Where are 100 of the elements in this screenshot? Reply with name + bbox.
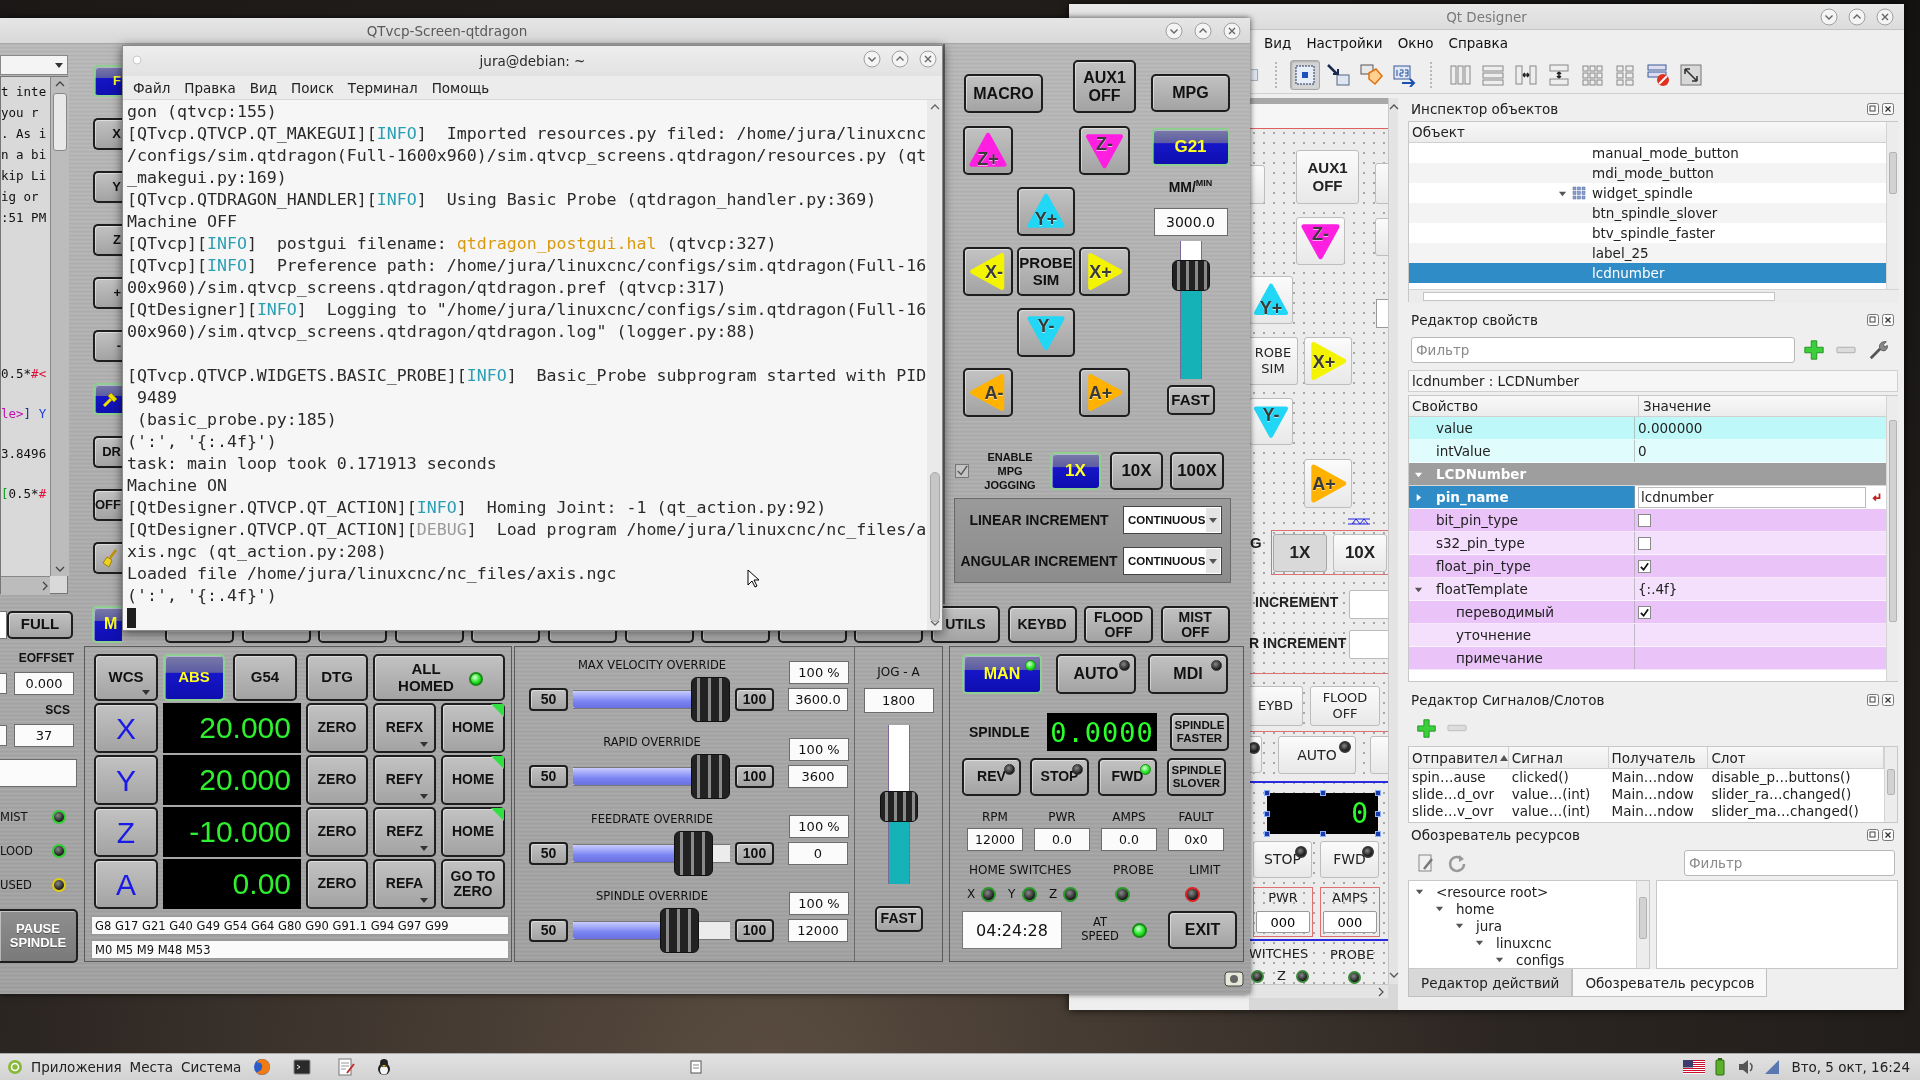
field-edge[interactable] (0, 725, 7, 746)
tree-item[interactable]: home (1456, 900, 1495, 917)
exit-button[interactable]: EXIT (1168, 911, 1237, 949)
override-slider[interactable] (573, 677, 730, 722)
edit-resources-icon[interactable] (1416, 852, 1436, 873)
menu-item[interactable]: Настройки (1306, 35, 1383, 51)
coordinate-mode-button[interactable]: DTG (306, 654, 368, 701)
add-icon[interactable] (1416, 717, 1437, 739)
mode-button[interactable]: AUTO (1278, 736, 1356, 774)
zero-button[interactable]: ZERO (306, 859, 368, 909)
tab-button[interactable]: M (92, 606, 122, 643)
column-header[interactable]: Объект (1409, 122, 1886, 143)
close-icon[interactable] (1882, 829, 1894, 841)
units-button[interactable]: G21 (1151, 128, 1230, 166)
side-button[interactable]: F (93, 65, 122, 97)
side-button[interactable]: DR (93, 436, 122, 468)
float-icon[interactable] (1867, 103, 1879, 115)
taskbar-menu[interactable]: Места (129, 1059, 174, 1075)
increment-dropdown[interactable]: CONTINUOUS (1123, 505, 1222, 534)
collapse-arrow-icon[interactable] (1415, 887, 1424, 896)
tree-item[interactable]: configs (1516, 951, 1565, 968)
side-button[interactable]: X (93, 118, 122, 150)
column-header[interactable]: Сигнал (1508, 747, 1609, 768)
lcd-display[interactable]: 0 (1267, 793, 1378, 834)
selection-handle-icon[interactable] (1375, 831, 1381, 837)
spindle-direction-button[interactable]: FWD (1098, 758, 1157, 796)
jog-button[interactable]: X- (963, 247, 1013, 296)
close-icon[interactable] (1882, 103, 1894, 115)
taskbar-menu[interactable]: Приложения (31, 1059, 122, 1075)
wcs-button[interactable]: WCS (94, 654, 158, 701)
selection-handle-icon[interactable] (1375, 790, 1381, 796)
side-button[interactable] (93, 542, 122, 574)
checkbox[interactable] (1638, 513, 1651, 527)
menu-item[interactable]: Вид (1264, 35, 1292, 51)
text-field[interactable]: lcdnumber (1638, 486, 1866, 508)
scroll-right-icon[interactable] (42, 581, 48, 591)
checkbox[interactable] (1638, 605, 1651, 619)
reload-icon[interactable] (1447, 852, 1467, 873)
tab-button-edge[interactable] (854, 631, 924, 643)
home-button[interactable]: GO TO ZERO (441, 859, 505, 909)
window-icon[interactable] (690, 1060, 703, 1074)
tab-button[interactable]: MIST OFF (1160, 606, 1230, 643)
multiplier-button[interactable]: 1X (1273, 534, 1327, 572)
tree-item[interactable]: linuxcnc (1496, 934, 1552, 951)
jog-button[interactable]: A+ (1079, 368, 1130, 417)
axis-button[interactable]: Z (94, 807, 158, 857)
scrollbar-thumb[interactable] (1889, 420, 1897, 622)
side-button[interactable]: OFF (93, 489, 122, 521)
tab-button-edge[interactable] (394, 631, 464, 643)
fast-button[interactable]: FAST (1166, 385, 1215, 415)
tab-button-edge[interactable] (471, 631, 541, 643)
input-field[interactable] (1349, 590, 1388, 619)
spindle-slower-button[interactable]: SPINDLE SLOVER (1167, 758, 1226, 796)
column-header[interactable]: Значение (1639, 396, 1711, 416)
all-homed-button[interactable]: ALL HOMED (373, 654, 505, 701)
tree-item[interactable]: label_25 (1592, 245, 1649, 261)
jog-button[interactable]: X+ (1079, 247, 1130, 296)
slider-handle[interactable] (879, 790, 918, 822)
axis-button[interactable]: A (94, 859, 158, 909)
float-icon[interactable] (1867, 314, 1879, 326)
tree-item[interactable]: manual_mode_button (1592, 145, 1739, 161)
preset-button[interactable]: 100 (735, 688, 774, 711)
multiplier-button[interactable]: 10X (1110, 452, 1163, 490)
reference-button[interactable]: REFZ (373, 807, 436, 857)
scrollbar[interactable] (1388, 98, 1398, 984)
side-button[interactable]: Z (93, 224, 122, 256)
menu-item[interactable]: Справка (1448, 35, 1508, 51)
close-icon[interactable] (1882, 694, 1894, 706)
aux-button[interactable]: AUX1 OFF (1073, 60, 1136, 113)
dock-tab[interactable]: Редактор действий (1408, 969, 1573, 997)
column-header[interactable]: Отправител (1409, 747, 1509, 768)
scroll-down-icon[interactable] (1388, 972, 1399, 978)
axis-button[interactable]: Y (94, 755, 158, 805)
checkbox[interactable] (955, 464, 969, 478)
collapse-arrow-icon[interactable] (1455, 921, 1464, 930)
dock-tab[interactable]: Обозреватель ресурсов (1572, 969, 1768, 997)
selection-handle-icon[interactable] (1264, 831, 1270, 837)
close-icon[interactable] (1223, 21, 1241, 40)
selection-handle-icon[interactable] (1375, 810, 1381, 817)
scroll-down-icon[interactable] (55, 566, 65, 572)
tab-button-edge[interactable] (777, 631, 847, 643)
multiplier-button[interactable]: 10X (1333, 534, 1387, 572)
property-row[interactable]: уточнение (1409, 624, 1886, 647)
scroll-up-icon[interactable] (55, 81, 65, 87)
column-header[interactable]: Свойство (1409, 396, 1639, 416)
property-row[interactable]: переводимый (1409, 601, 1886, 624)
macro-button[interactable]: MACRO (964, 74, 1043, 113)
mpg-button[interactable]: MPG (1151, 74, 1230, 112)
home-button[interactable]: HOME (441, 755, 505, 805)
scrollbar-thumb[interactable] (1639, 897, 1647, 939)
selection-handle-icon[interactable] (1264, 790, 1270, 796)
side-button[interactable]: - (93, 330, 122, 362)
offset-field[interactable]: 0.000 (14, 672, 74, 695)
text-editor-icon[interactable] (337, 1058, 356, 1076)
selection-handle-icon[interactable] (1264, 810, 1270, 817)
rate-field[interactable]: 3000.0 (1153, 208, 1228, 236)
network-icon[interactable] (1763, 1058, 1782, 1076)
keyboard-button[interactable]: EYBD (1249, 686, 1303, 726)
spindle-faster-button[interactable]: SPINDLE FASTER (1170, 713, 1229, 751)
scrollbar[interactable] (50, 77, 69, 576)
